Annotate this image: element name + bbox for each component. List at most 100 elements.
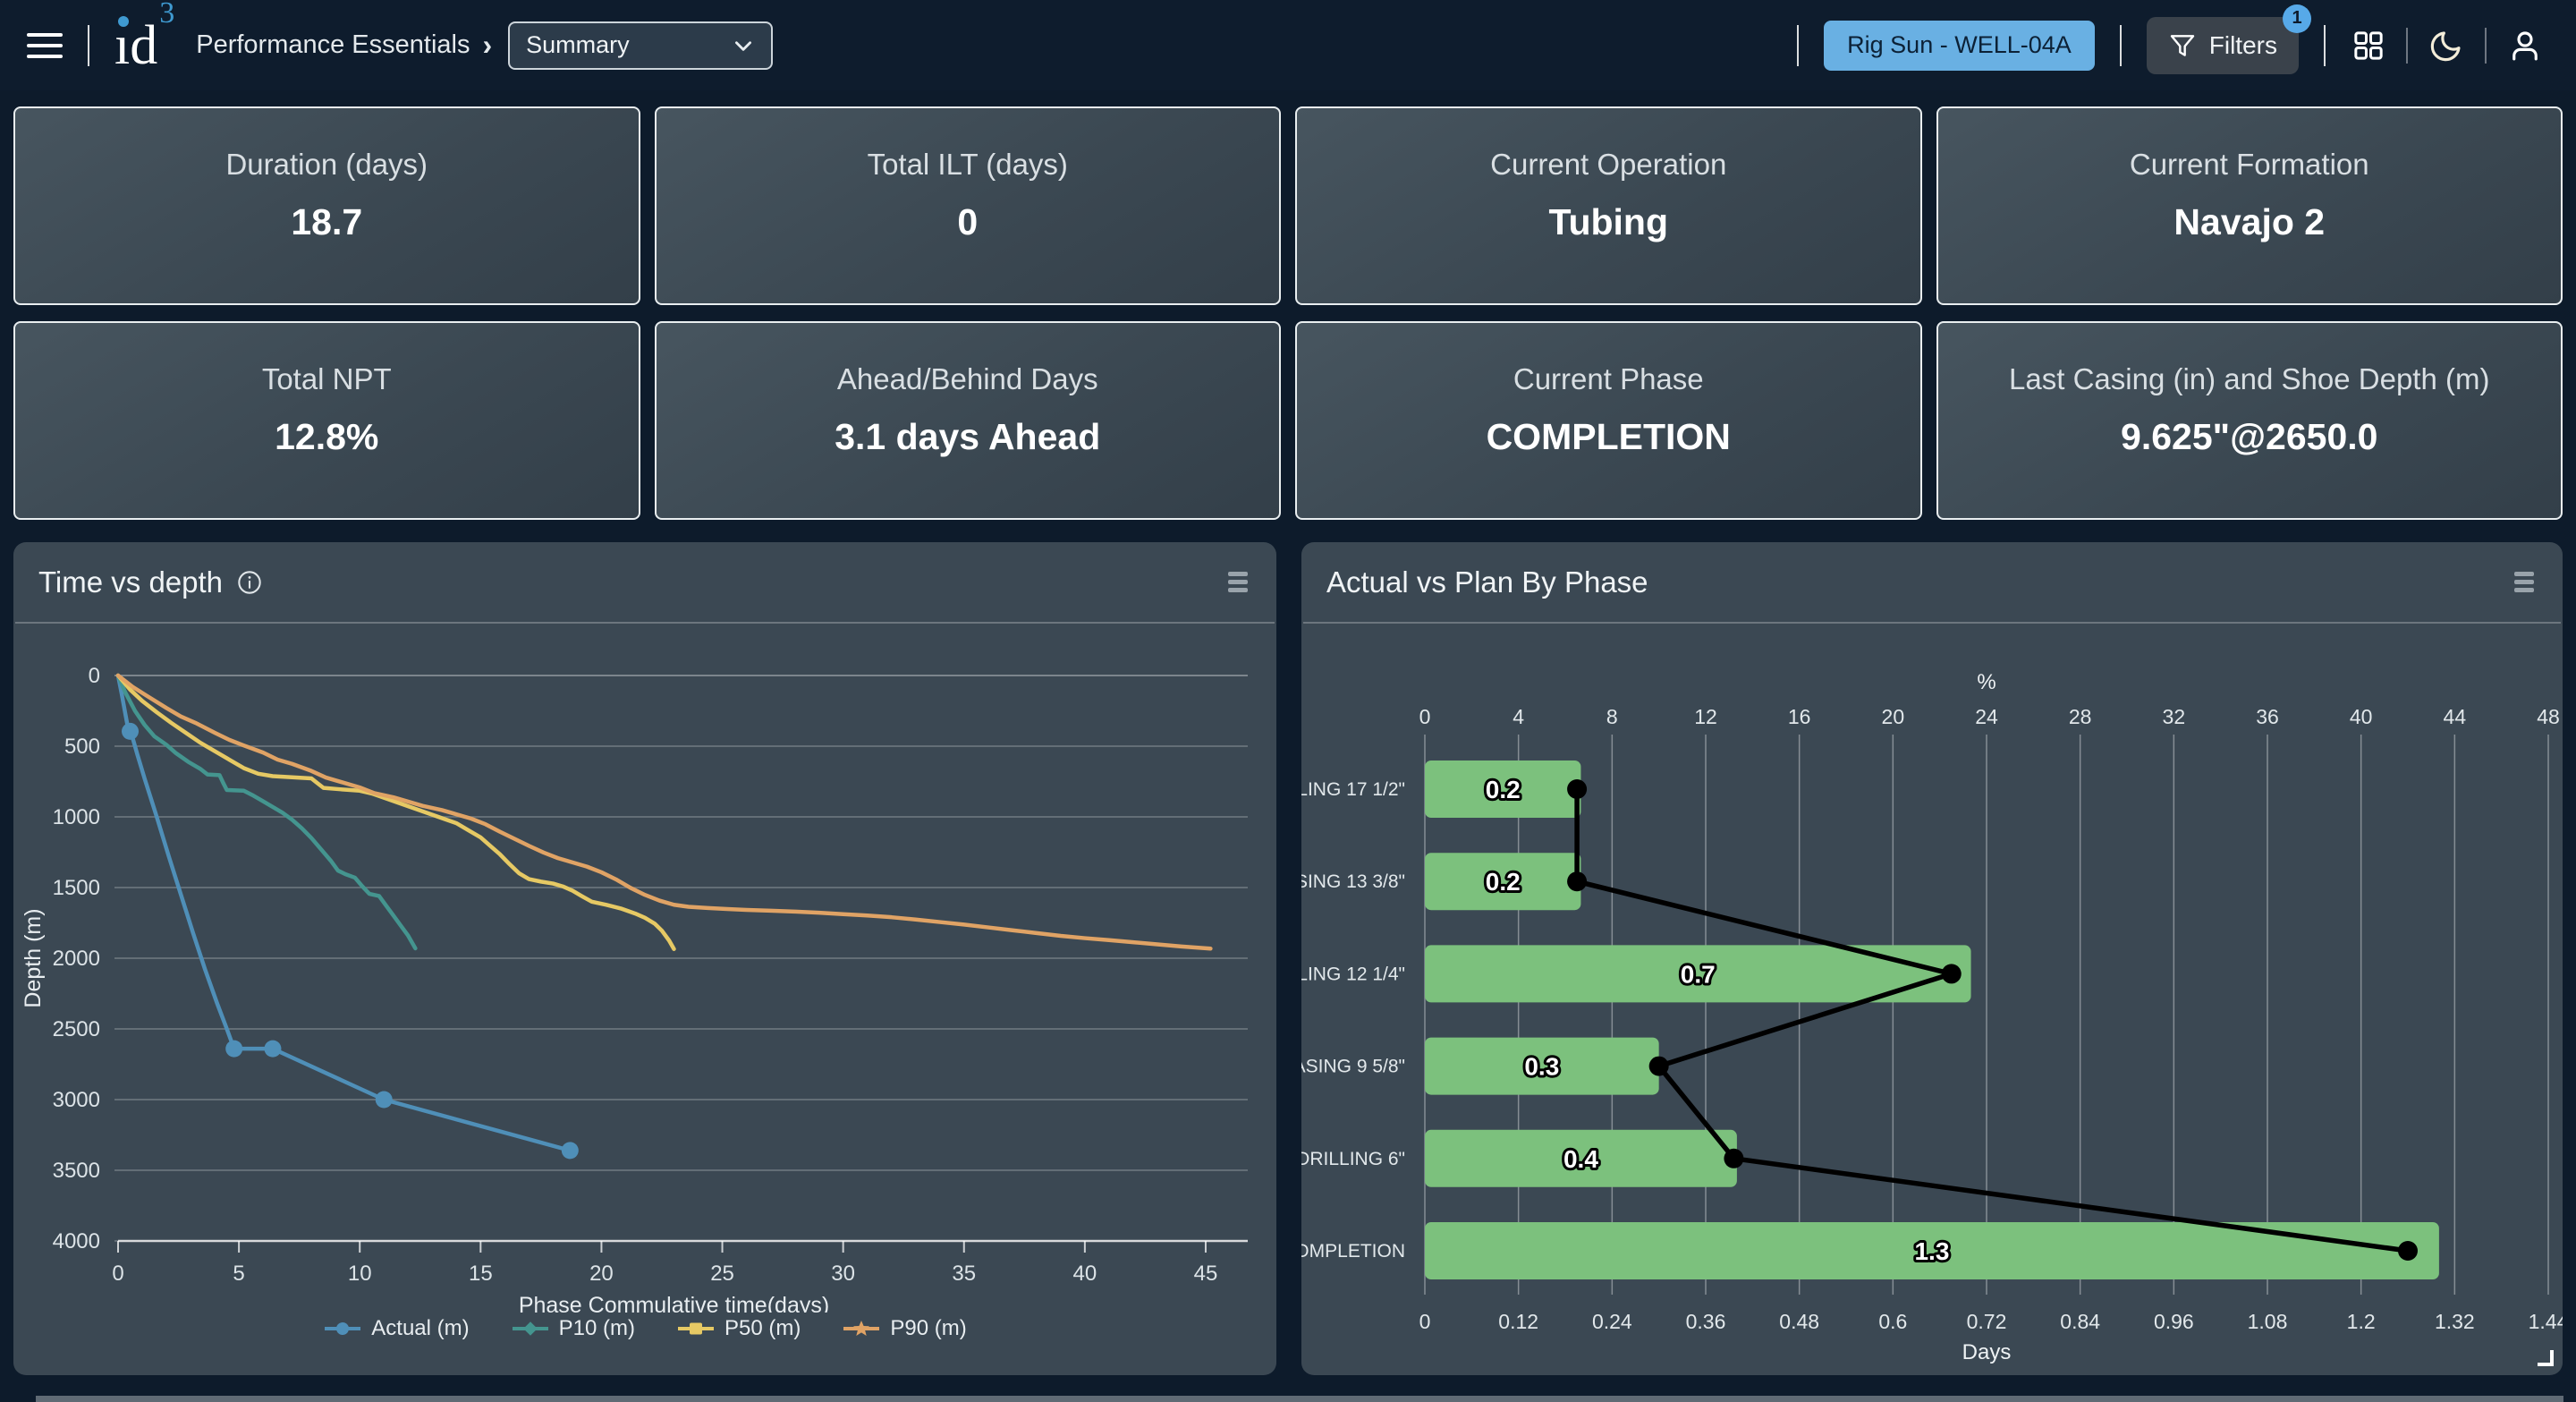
svg-text:1500: 1500 [53, 876, 100, 900]
user-icon [2506, 27, 2544, 64]
apps-grid-button[interactable] [2351, 28, 2386, 64]
page-select-value: Summary [526, 31, 630, 59]
svg-text:48: 48 [2537, 705, 2560, 728]
svg-text:0.6: 0.6 [1878, 1310, 1907, 1333]
svg-text:12: 12 [1694, 705, 1717, 728]
svg-text:20: 20 [1882, 705, 1905, 728]
svg-text:2500: 2500 [53, 1017, 100, 1041]
panel-menu-icon[interactable] [1224, 568, 1251, 596]
svg-text:45: 45 [1194, 1262, 1218, 1286]
moon-icon [2428, 27, 2465, 64]
kpi-value: 9.625"@2650.0 [1938, 416, 2562, 458]
svg-text:0.4: 0.4 [1563, 1145, 1598, 1173]
menu-icon[interactable] [27, 33, 63, 58]
user-profile-button[interactable] [2506, 27, 2544, 64]
chart-legend: Actual (m) P10 (m) P50 (m) P90 (m) [13, 1316, 1276, 1341]
svg-text:CASING 13 3/8": CASING 13 3/8" [1301, 871, 1405, 892]
kpi-value: Navajo 2 [1938, 201, 2562, 243]
dashboard-root: ıd3 Performance Essentials › Summary Rig… [0, 0, 2576, 1402]
legend-item[interactable]: P10 (m) [511, 1316, 635, 1341]
svg-text:0.24: 0.24 [1592, 1310, 1632, 1333]
kpi-value: 3.1 days Ahead [657, 416, 1280, 458]
panel-header: Actual vs Plan By Phase [1303, 542, 2561, 624]
svg-text:1.44: 1.44 [2529, 1310, 2563, 1333]
actual-vs-plan-chart[interactable]: %04812162024283236404448DRILLING 17 1/2"… [1301, 624, 2563, 1366]
svg-text:0.72: 0.72 [1967, 1310, 2007, 1333]
svg-text:0.7: 0.7 [1681, 960, 1716, 988]
kpi-value: 0 [657, 201, 1280, 243]
svg-text:0: 0 [89, 664, 100, 688]
theme-toggle-button[interactable] [2428, 27, 2465, 64]
svg-text:15: 15 [469, 1262, 493, 1286]
svg-text:0.96: 0.96 [2154, 1310, 2194, 1333]
kpi-card-last-casing: Last Casing (in) and Shoe Depth (m) 9.62… [1936, 321, 2563, 520]
time-vs-depth-chart[interactable]: 0500100015002000250030003500400005101520… [13, 624, 1276, 1313]
divider [2406, 28, 2408, 64]
legend-item[interactable]: P50 (m) [676, 1316, 801, 1341]
legend-label: P10 (m) [559, 1316, 635, 1341]
panel-resize-handle[interactable] [2538, 1350, 2554, 1366]
info-icon[interactable] [237, 570, 262, 595]
kpi-card-duration: Duration (days) 18.7 [13, 106, 640, 305]
panel-menu-icon[interactable] [2511, 568, 2538, 596]
kpi-value: 12.8% [15, 416, 639, 458]
funnel-icon [2168, 31, 2197, 60]
svg-text:1000: 1000 [53, 805, 100, 829]
svg-text:0.3: 0.3 [1524, 1053, 1559, 1081]
svg-text:4: 4 [1513, 705, 1524, 728]
svg-text:30: 30 [831, 1262, 855, 1286]
breadcrumb[interactable]: Performance Essentials [196, 30, 470, 60]
svg-text:10: 10 [348, 1262, 372, 1286]
kpi-card-current-formation: Current Formation Navajo 2 [1936, 106, 2563, 305]
filters-button[interactable]: Filters [2147, 17, 2299, 74]
svg-text:1.32: 1.32 [2435, 1310, 2475, 1333]
kpi-label: Last Casing (in) and Shoe Depth (m) [1938, 362, 2562, 396]
chevron-down-icon [732, 34, 755, 57]
kpi-value: 18.7 [15, 201, 639, 243]
svg-text:24: 24 [1975, 705, 1998, 728]
scrollbar-thumb[interactable] [36, 1396, 2563, 1402]
legend-label: Actual (m) [371, 1316, 469, 1341]
svg-text:0.84: 0.84 [2060, 1310, 2100, 1333]
svg-text:16: 16 [1788, 705, 1811, 728]
svg-text:Days: Days [1962, 1340, 2012, 1364]
top-navbar: ıd3 Performance Essentials › Summary Rig… [0, 0, 2576, 90]
svg-text:500: 500 [64, 735, 100, 759]
kpi-value: COMPLETION [1297, 416, 1920, 458]
legend-item[interactable]: Actual (m) [323, 1316, 469, 1341]
svg-text:DRILLING 12 1/4": DRILLING 12 1/4" [1301, 964, 1405, 984]
panel-header: Time vs depth [15, 542, 1275, 624]
svg-text:2000: 2000 [53, 947, 100, 971]
kpi-label: Total NPT [15, 362, 639, 396]
svg-text:CASING 9 5/8": CASING 9 5/8" [1301, 1057, 1405, 1077]
divider [2324, 25, 2326, 66]
svg-text:40: 40 [1073, 1262, 1097, 1286]
diamond-marker-icon [511, 1319, 550, 1338]
svg-text:0: 0 [1419, 705, 1431, 728]
star-marker-icon [842, 1319, 881, 1338]
filters-label: Filters [2209, 31, 2277, 60]
svg-text:1.2: 1.2 [2347, 1310, 2376, 1333]
legend-item[interactable]: P90 (m) [842, 1316, 966, 1341]
kpi-label: Ahead/Behind Days [657, 362, 1280, 396]
panel-title: Time vs depth [38, 565, 262, 599]
legend-label: P50 (m) [724, 1316, 801, 1341]
kpi-label: Current Phase [1297, 362, 1920, 396]
legend-label: P90 (m) [890, 1316, 966, 1341]
square-marker-icon [676, 1319, 716, 1338]
actual-vs-plan-panel: Actual vs Plan By Phase %048121620242832… [1301, 542, 2563, 1375]
panel-title: Actual vs Plan By Phase [1326, 565, 1648, 599]
svg-text:Phase Commulative time(days): Phase Commulative time(days) [519, 1293, 829, 1313]
well-selector-button[interactable]: Rig Sun - WELL-04A [1824, 21, 2095, 71]
page-select[interactable]: Summary [508, 21, 773, 70]
svg-text:0: 0 [112, 1262, 123, 1286]
breadcrumb-chevron-icon: › [482, 29, 492, 62]
kpi-label: Duration (days) [15, 148, 639, 182]
kpi-label: Total ILT (days) [657, 148, 1280, 182]
svg-text:8: 8 [1606, 705, 1618, 728]
svg-text:COMPLETION: COMPLETION [1301, 1241, 1405, 1262]
svg-text:0.12: 0.12 [1498, 1310, 1538, 1333]
svg-text:4000: 4000 [53, 1229, 100, 1253]
kpi-card-total-npt: Total NPT 12.8% [13, 321, 640, 520]
time-vs-depth-panel: Time vs depth 05001000150020002500300035… [13, 542, 1276, 1375]
